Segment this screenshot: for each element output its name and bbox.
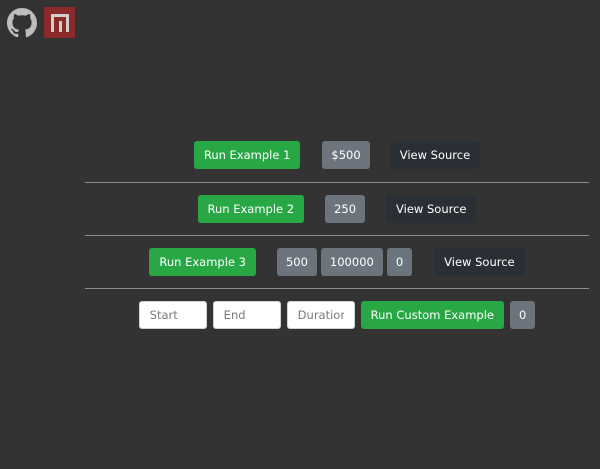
corner-links — [6, 7, 75, 38]
end-input[interactable] — [212, 301, 281, 329]
example3-end-badge: 100000 — [320, 248, 383, 276]
example1-row: Run Example 1 $500 View Source — [85, 129, 589, 181]
custom-value-badge: 0 — [509, 301, 536, 329]
example3-row: Run Example 3 500 100000 0 View Source — [85, 236, 589, 288]
example3-start-badge: 500 — [276, 248, 317, 276]
example3-value-badge: 0 — [386, 248, 413, 276]
github-link[interactable] — [6, 7, 37, 38]
run-example1-button[interactable]: Run Example 1 — [193, 141, 301, 169]
github-icon — [6, 7, 37, 37]
example2-row: Run Example 2 250 View Source — [85, 183, 589, 235]
example3-view-source-button[interactable]: View Source — [434, 248, 525, 276]
start-input[interactable] — [138, 301, 207, 329]
run-example3-button[interactable]: Run Example 3 — [149, 248, 256, 276]
npm-link[interactable] — [44, 7, 75, 38]
run-example2-button[interactable]: Run Example 2 — [197, 195, 305, 223]
example1-view-source-button[interactable]: View Source — [389, 141, 481, 169]
example1-value-badge: $500 — [322, 141, 370, 169]
example2-view-source-button[interactable]: View Source — [386, 195, 477, 223]
custom-example-row: Run Custom Example 0 — [85, 289, 589, 341]
run-custom-example-button[interactable]: Run Custom Example — [360, 301, 504, 329]
example2-value-badge: 250 — [325, 195, 366, 223]
duration-input[interactable] — [286, 301, 355, 329]
page: Run Example 1 $500 View Source Run Examp… — [0, 0, 600, 469]
npm-icon — [44, 7, 75, 38]
